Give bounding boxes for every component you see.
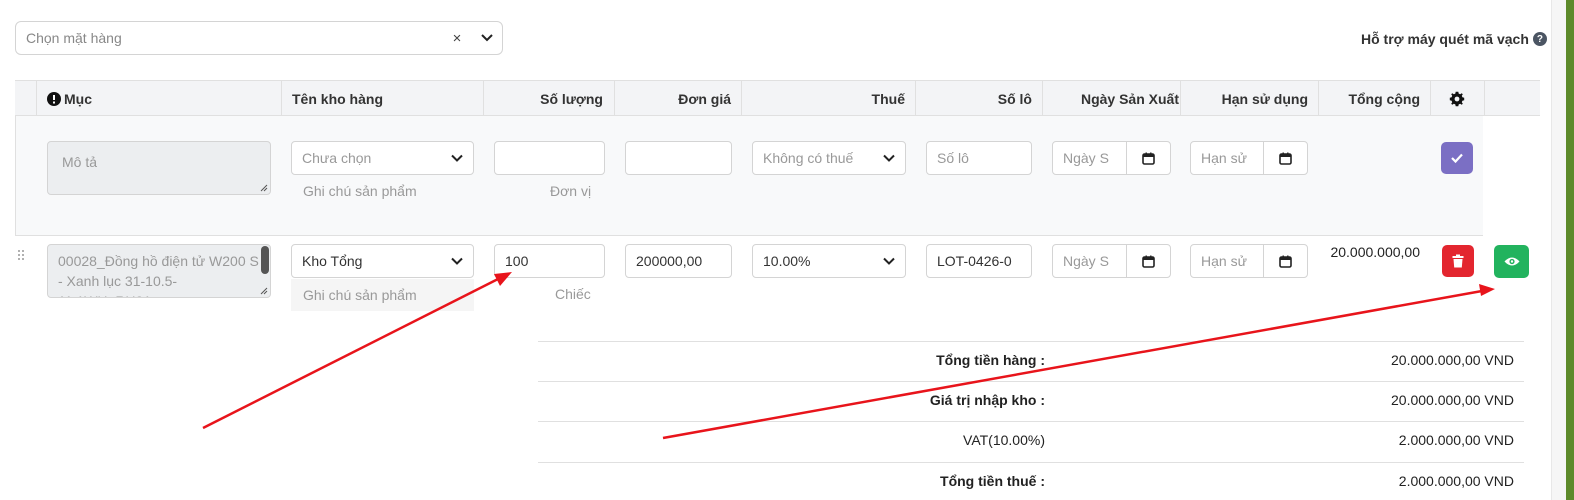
mfg-date-placeholder: Ngày S xyxy=(1063,150,1109,166)
unit-input[interactable]: Đơn vị xyxy=(550,183,591,199)
trash-icon xyxy=(1452,254,1464,268)
chevron-down-icon xyxy=(451,154,463,162)
column-header-lot: Số lô xyxy=(997,91,1032,107)
page-edge-divider xyxy=(1551,0,1552,500)
summary-goods-total-label: Tổng tiền hàng : xyxy=(936,352,1045,368)
chevron-down-icon[interactable] xyxy=(472,34,502,42)
column-header-unit-price: Đơn giá xyxy=(678,91,731,107)
view-row-button[interactable] xyxy=(1494,245,1529,278)
expiry-date-placeholder: Hạn sử xyxy=(1201,150,1247,166)
expiry-date-input[interactable]: Hạn sử xyxy=(1190,141,1308,175)
confirm-add-button[interactable] xyxy=(1441,142,1473,174)
summary-divider xyxy=(538,381,1524,382)
unit-price-input[interactable]: 200000,00 xyxy=(625,244,732,278)
barcode-support-link[interactable]: Hỗ trợ máy quét mã vạch ? xyxy=(1361,31,1547,47)
warehouse-select[interactable]: Chưa chọn xyxy=(291,141,474,175)
description-textarea[interactable]: Mô tả xyxy=(47,141,271,195)
annotation-arrowhead-view xyxy=(1479,284,1495,296)
resize-handle-icon[interactable] xyxy=(260,184,268,192)
warehouse-select-value: Kho Tổng xyxy=(302,253,363,269)
tax-select-placeholder: Không có thuế xyxy=(763,150,854,166)
column-header-tax: Thuế xyxy=(871,91,905,107)
textarea-scrollbar[interactable] xyxy=(261,246,269,274)
column-header-quantity: Số lượng xyxy=(540,91,603,107)
chevron-down-icon xyxy=(883,154,895,162)
help-icon[interactable]: ? xyxy=(1532,32,1547,46)
warehouse-select[interactable]: Kho Tổng xyxy=(291,244,474,278)
description-placeholder: Mô tả xyxy=(62,154,98,170)
column-divider xyxy=(1430,80,1431,116)
eye-icon xyxy=(1504,257,1519,266)
row-total: 20.000.000,00 xyxy=(1330,244,1420,260)
column-divider xyxy=(483,80,484,116)
summary-stock-value-value: 20.000.000,00 VND xyxy=(1391,392,1514,408)
column-divider xyxy=(1484,80,1485,116)
column-divider xyxy=(1180,80,1181,116)
tax-select[interactable]: Không có thuế xyxy=(752,141,906,175)
tax-select-value: 10.00% xyxy=(763,253,811,269)
summary-divider xyxy=(538,341,1524,342)
chevron-down-icon xyxy=(451,257,463,265)
unit-price-input[interactable] xyxy=(625,141,732,175)
product-note-input[interactable]: Ghi chú sản phẩm xyxy=(303,183,417,199)
drag-handle-icon[interactable] xyxy=(17,249,25,263)
item-description-textarea[interactable]: 00028_Đồng hồ điện tử W200 S - Xanh lục … xyxy=(47,244,271,298)
product-note-input[interactable]: Ghi chú sản phẩm xyxy=(291,279,474,311)
summary-vat-value: 2.000.000,00 VND xyxy=(1398,432,1514,448)
column-header-item-label: Mục xyxy=(64,91,92,107)
check-icon xyxy=(1451,153,1463,164)
tax-select[interactable]: 10.00% xyxy=(752,244,906,278)
calendar-icon[interactable] xyxy=(1126,245,1170,277)
column-divider xyxy=(36,80,37,116)
summary-goods-total-value: 20.000.000,00 VND xyxy=(1391,352,1514,368)
lot-input[interactable]: LOT-0426-0 xyxy=(926,244,1032,278)
warehouse-select-placeholder: Chưa chọn xyxy=(302,150,372,166)
gear-icon[interactable] xyxy=(1449,81,1465,117)
summary-tax-total-label: Tổng tiền thuế : xyxy=(940,473,1045,489)
calendar-icon[interactable] xyxy=(1263,245,1307,277)
column-header-total: Tổng cộng xyxy=(1348,91,1420,107)
item-select-placeholder: Chọn mặt hàng xyxy=(26,30,122,46)
column-header-mfg-date: Ngày Sản Xuất xyxy=(1080,91,1179,107)
resize-handle-icon[interactable] xyxy=(260,287,268,295)
unit-input[interactable]: Chiếc xyxy=(555,286,591,302)
quantity-input[interactable]: 100 xyxy=(494,244,605,278)
column-divider xyxy=(281,80,282,116)
column-header-item: Mục xyxy=(47,81,92,117)
summary-divider xyxy=(538,462,1524,463)
summary-stock-value-label: Giá trị nhập kho : xyxy=(929,392,1045,408)
item-description-text: 00028_Đồng hồ điện tử W200 S - Xanh lục … xyxy=(58,253,259,297)
column-divider xyxy=(1318,80,1319,116)
column-divider xyxy=(614,80,615,116)
chevron-down-icon xyxy=(883,257,895,265)
expiry-date-placeholder: Hạn sử xyxy=(1201,253,1247,269)
column-header-warehouse: Tên kho hàng xyxy=(292,91,383,107)
column-divider xyxy=(741,80,742,116)
lot-input[interactable]: Số lô xyxy=(926,141,1032,175)
table-header: Mục Tên kho hàng Số lượng Đơn giá Thuế S… xyxy=(15,80,1540,116)
page-scrollbar[interactable] xyxy=(1552,0,1566,500)
clear-icon[interactable]: × xyxy=(442,30,472,47)
column-divider xyxy=(1042,80,1043,116)
summary-vat-label: VAT(10.00%) xyxy=(963,432,1045,448)
summary-tax-total-value: 2.000.000,00 VND xyxy=(1398,473,1514,489)
mfg-date-input[interactable]: Ngày S xyxy=(1052,141,1171,175)
delete-row-button[interactable] xyxy=(1442,245,1474,277)
page-edge-accent xyxy=(1566,0,1574,500)
barcode-support-label: Hỗ trợ máy quét mã vạch xyxy=(1361,31,1529,47)
item-select[interactable]: Chọn mặt hàng × xyxy=(15,21,503,55)
quantity-input[interactable] xyxy=(494,141,605,175)
expiry-date-input[interactable]: Hạn sử xyxy=(1190,244,1308,278)
summary-divider xyxy=(538,421,1524,422)
calendar-icon[interactable] xyxy=(1126,142,1170,174)
mfg-date-input[interactable]: Ngày S xyxy=(1052,244,1171,278)
column-divider xyxy=(915,80,916,116)
column-header-expiry: Hạn sử dụng xyxy=(1221,91,1308,107)
info-icon xyxy=(47,92,61,106)
mfg-date-placeholder: Ngày S xyxy=(1063,253,1109,269)
calendar-icon[interactable] xyxy=(1263,142,1307,174)
